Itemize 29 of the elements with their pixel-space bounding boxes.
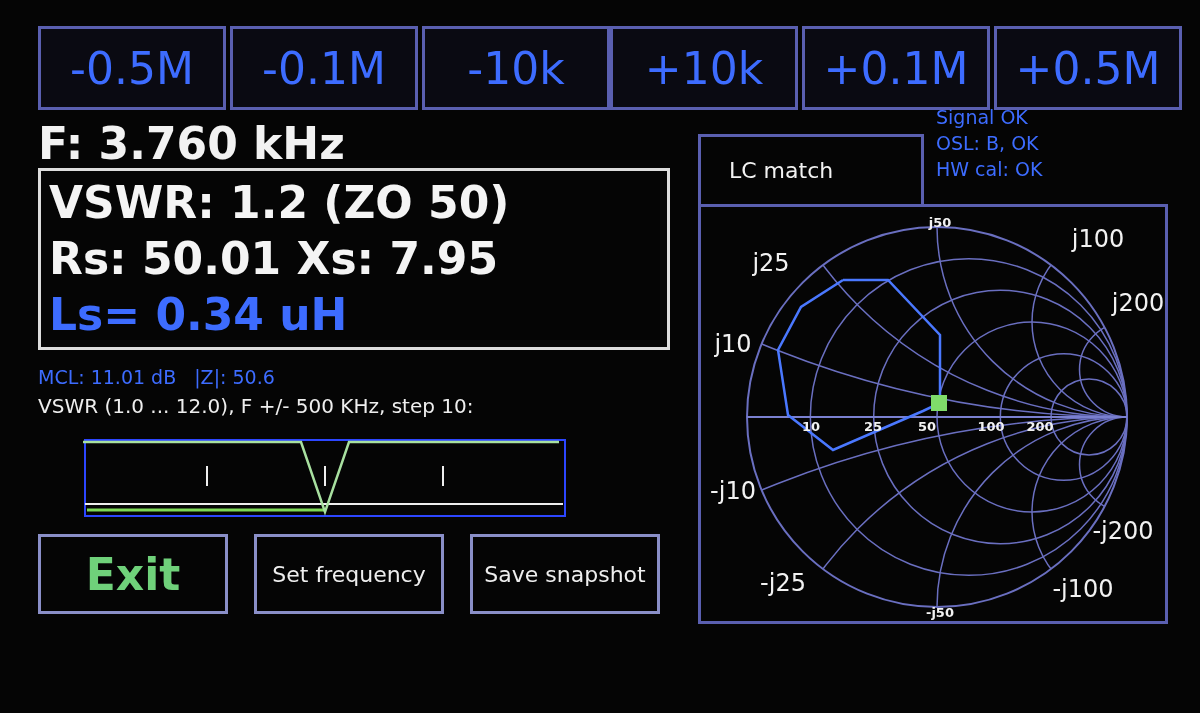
- z-magnitude-readout: |Z|: 50.6: [194, 366, 275, 388]
- frequency-readout: F: 3.760 kHz: [38, 120, 346, 168]
- sweep-caption: VSWR (1.0 ... 12.0), F +/- 500 KHz, step 10:: [38, 394, 475, 418]
- inductance-readout: Ls= 0.34 uH: [49, 289, 349, 341]
- frequency-step-button[interactable]: +0.5M: [994, 26, 1182, 110]
- resistance-label: 50: [917, 419, 937, 434]
- mode-tab[interactable]: LC match: [698, 134, 924, 204]
- frequency-step-button[interactable]: -0.5M: [38, 26, 226, 110]
- status-text: HW cal: OK: [936, 157, 1043, 182]
- mcl-readout: MCL: 11.01 dB: [38, 366, 177, 388]
- reactance-label: j25: [752, 249, 790, 277]
- frequency-step-button[interactable]: +0.1M: [802, 26, 990, 110]
- reactance-label: -j50: [926, 605, 954, 620]
- action-button[interactable]: Save snapshot: [470, 534, 660, 614]
- reactance-label: -j200: [1092, 517, 1154, 545]
- frequency-step-button[interactable]: -0.1M: [230, 26, 418, 110]
- reactance-label: -j25: [760, 569, 806, 597]
- action-button[interactable]: Set frequency: [254, 534, 444, 614]
- reactance-label: -j10: [710, 477, 756, 505]
- frequency-step-button[interactable]: -10k: [422, 26, 610, 110]
- reactance-label: -j100: [1052, 575, 1114, 603]
- status-text: OSL: B, OK: [936, 131, 1040, 156]
- exit-button[interactable]: Exit: [38, 534, 228, 614]
- impedance-readout: Rs: 50.01 Xs: 7.95: [49, 233, 500, 285]
- frequency-step-button[interactable]: +10k: [610, 26, 798, 110]
- reactance-label: j10: [714, 330, 752, 358]
- vswr-readout: VSWR: 1.2 (ZO 50): [49, 177, 511, 229]
- reactance-label: j100: [1071, 225, 1125, 253]
- reactance-label: j200: [1111, 289, 1165, 317]
